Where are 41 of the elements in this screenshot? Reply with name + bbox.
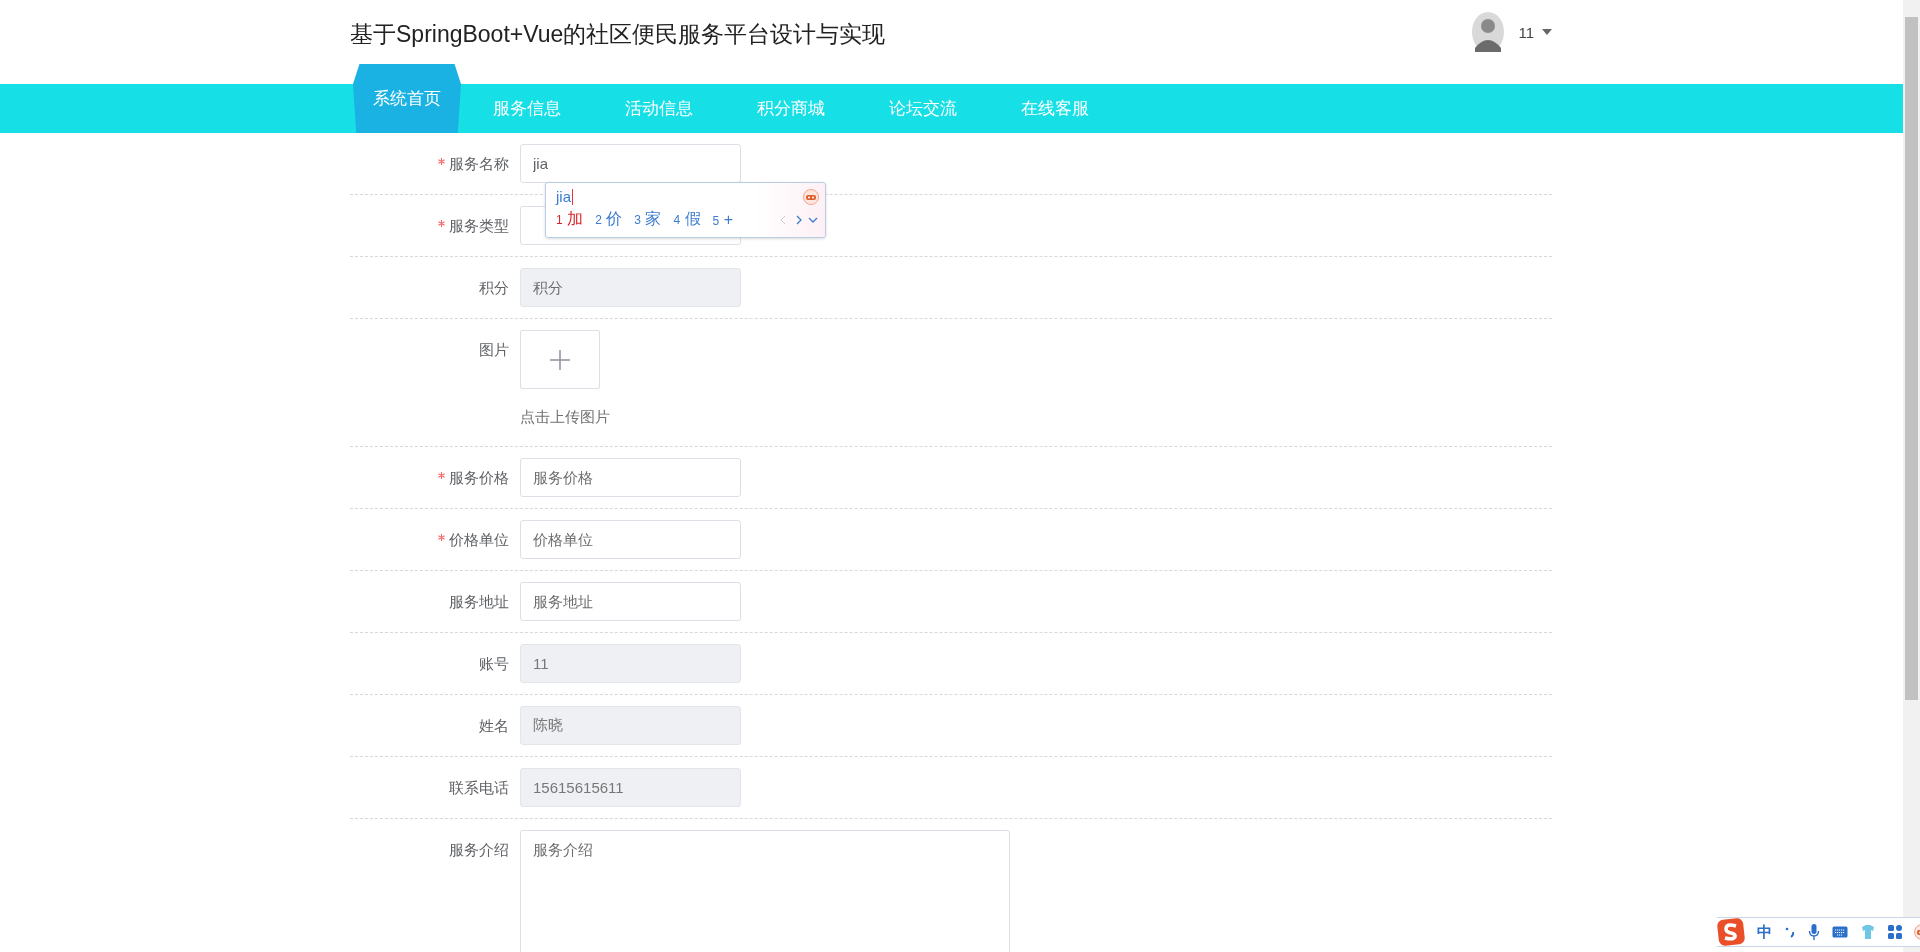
field-label: 服务类型 [449, 217, 509, 234]
site-title: 基于SpringBoot+Vue的社区便民服务平台设计与实现 [350, 20, 886, 49]
ime-candidate[interactable]: 5 + [712, 210, 734, 229]
microphone-icon[interactable] [1808, 924, 1820, 940]
keyboard-icon[interactable] [1832, 926, 1848, 938]
input-field[interactable]: 价格单位 [520, 520, 741, 559]
field-label: 服务名称 [449, 155, 509, 172]
field-label: 联系电话 [449, 779, 509, 796]
field-label: 服务价格 [449, 469, 509, 486]
input-field[interactable]: jia [520, 144, 741, 183]
upload-hint: 点击上传图片 [520, 408, 610, 427]
user-menu[interactable]: 11 [1518, 23, 1552, 41]
field-label: 姓名 [479, 717, 509, 734]
grid-icon[interactable] [1888, 925, 1902, 939]
ime-candidate[interactable]: 2 价 [595, 209, 623, 230]
avatar[interactable] [1472, 12, 1505, 52]
field-label: 图片 [479, 341, 509, 358]
asterisk-icon [438, 220, 445, 227]
input-mode[interactable]: 中 [1757, 922, 1772, 942]
caret-icon [1542, 29, 1552, 35]
ime-candidate[interactable]: 1 加 [556, 209, 584, 230]
input-field[interactable]: 服务地址 [520, 582, 741, 621]
ime-candidate[interactable]: 4 假 [673, 209, 701, 230]
input-field[interactable]: 服务价格 [520, 458, 741, 497]
asterisk-icon [438, 158, 445, 165]
nav-tab[interactable]: 系统首页 [353, 64, 461, 133]
asterisk-icon [438, 534, 445, 541]
field-label: 服务地址 [449, 593, 509, 610]
mascot-icon [803, 189, 819, 205]
plus-icon [550, 349, 570, 370]
ime-candidate[interactable]: 3 家 [634, 209, 662, 230]
asterisk-icon [438, 472, 445, 479]
field-label: 账号 [479, 655, 509, 672]
field-label: 价格单位 [449, 531, 509, 548]
field-label: 积分 [479, 279, 509, 296]
ime-logo-icon[interactable] [1717, 918, 1745, 946]
scrollbar[interactable] [1903, 0, 1920, 952]
field-label: 服务介绍 [449, 841, 509, 858]
punctuation-icon[interactable] [1784, 926, 1796, 938]
ime-composition: jia [556, 189, 573, 205]
textarea-field[interactable]: 服务介绍 [520, 830, 1010, 952]
